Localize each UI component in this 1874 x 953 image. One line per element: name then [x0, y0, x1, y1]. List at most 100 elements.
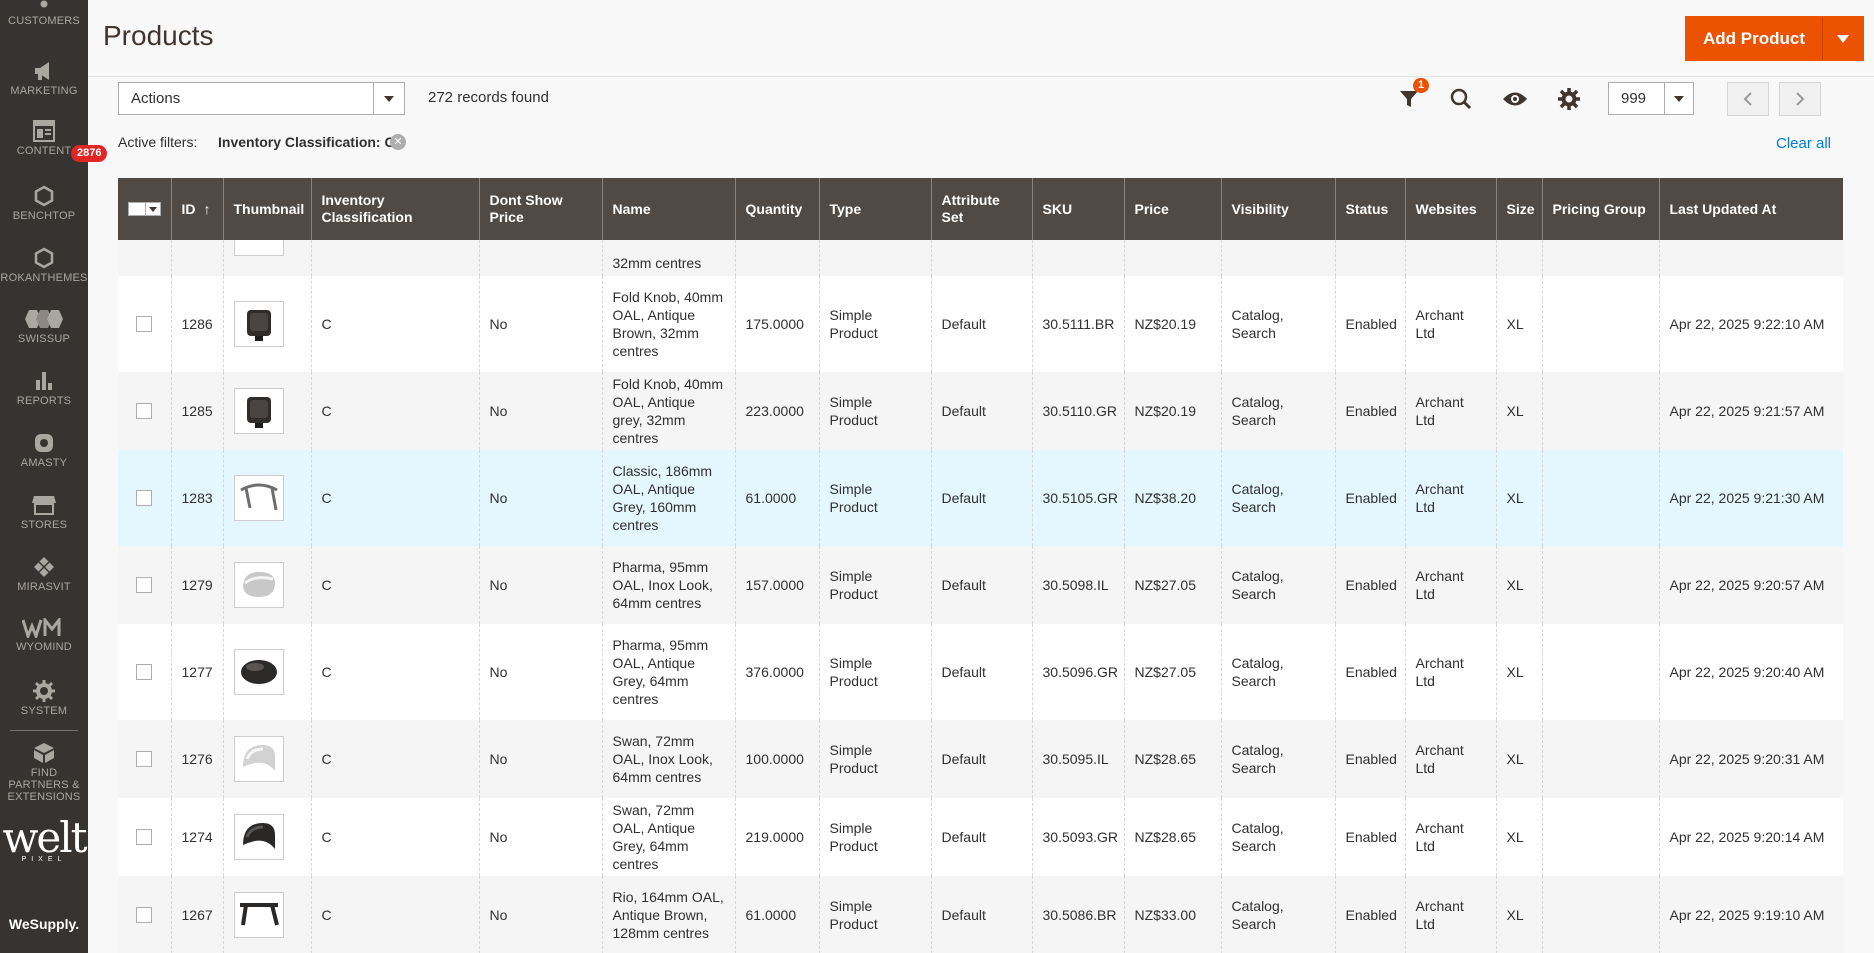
swan-dark-icon	[242, 823, 275, 849]
mass-select-dropdown[interactable]	[145, 202, 161, 216]
row-checkbox[interactable]	[136, 829, 153, 845]
add-product-dropdown-toggle[interactable]	[1822, 17, 1863, 60]
table-row[interactable]: 1286 C No Fold Knob, 40mm OAL, Antique Brow…	[118, 276, 1843, 372]
remove-filter-icon[interactable]: ✕	[390, 134, 406, 150]
actions-dropdown-arrow[interactable]	[373, 83, 404, 114]
column-header-size[interactable]: Size	[1495, 178, 1542, 240]
table-row[interactable]: 1285 C No Fold Knob, 40mm OAL, Antique grey…	[118, 372, 1843, 450]
sidebar-item-system[interactable]: SYSTEM	[0, 680, 88, 717]
sidebar-item-wyomind[interactable]: WYOMIND	[0, 618, 88, 653]
row-checkbox[interactable]	[136, 751, 153, 767]
sidebar-item-label: FIND PARTNERS & EXTENSIONS	[7, 767, 81, 803]
row-select-cell[interactable]	[118, 624, 171, 720]
row-select-cell[interactable]	[118, 372, 171, 450]
customers-icon	[40, 0, 48, 8]
column-header-price[interactable]: Price	[1123, 178, 1221, 240]
chevron-left-icon	[1743, 92, 1752, 106]
table-row[interactable]: 1277 C No Pharma, 95mm OAL, Antique Grey, 6…	[118, 624, 1843, 720]
row-checkbox[interactable]	[136, 907, 153, 923]
product-thumbnail[interactable]	[233, 814, 284, 860]
column-header-name[interactable]: Name	[601, 178, 735, 240]
table-row-partial[interactable]: 32mm centres	[118, 240, 1843, 276]
row-select-cell[interactable]	[118, 276, 171, 372]
row-select-cell[interactable]	[118, 450, 171, 546]
row-checkbox[interactable]	[136, 664, 153, 680]
row-checkbox[interactable]	[136, 316, 153, 332]
cell-visibility: Catalog, Search	[1220, 798, 1335, 876]
row-checkbox[interactable]	[136, 490, 153, 506]
product-thumbnail[interactable]	[233, 301, 284, 347]
cell-inventory-classification: C	[310, 876, 479, 953]
mass-actions-select[interactable]: Actions	[118, 82, 405, 115]
product-thumbnail[interactable]	[233, 892, 284, 938]
column-header-pricing-group[interactable]: Pricing Group	[1541, 178, 1659, 240]
columns-settings-button[interactable]	[1554, 84, 1584, 114]
select-all-checkbox[interactable]	[128, 202, 146, 216]
row-select-cell[interactable]	[118, 876, 171, 953]
view-button[interactable]	[1500, 84, 1530, 114]
table-row[interactable]: 1274 C No Swan, 72mm OAL, Antique Grey, 64m…	[118, 798, 1843, 876]
column-header-last-updated-at[interactable]: Last Updated At	[1658, 178, 1843, 240]
column-header-type[interactable]: Type	[818, 178, 931, 240]
row-select-cell[interactable]	[118, 798, 171, 876]
per-page-dropdown-arrow[interactable]	[1664, 83, 1693, 114]
cell-product-type: Simple Product	[818, 450, 931, 546]
sidebar-item-find-partners[interactable]: FIND PARTNERS & EXTENSIONS	[0, 742, 88, 803]
hexagon-icon	[34, 247, 54, 269]
mass-select-control[interactable]	[128, 202, 161, 216]
cell-last-updated-at: Apr 22, 2025 9:22:10 AM	[1658, 276, 1843, 372]
row-checkbox[interactable]	[136, 577, 153, 593]
cell-pricing-group	[1541, 876, 1659, 953]
wyomind-icon	[22, 618, 61, 638]
sidebar-item-amasty[interactable]: AMASTY	[0, 432, 88, 469]
column-header-websites[interactable]: Websites	[1404, 178, 1496, 240]
column-header-quantity[interactable]: Quantity	[734, 178, 819, 240]
add-product-button[interactable]: Add Product	[1685, 16, 1864, 61]
sidebar-item-rokanthemes[interactable]: ROKANTHEMES	[0, 247, 88, 284]
sidebar-item-swissup[interactable]: SWISSUP	[0, 308, 88, 345]
product-thumbnail[interactable]	[233, 562, 284, 608]
row-select-cell[interactable]	[118, 546, 171, 624]
column-header-id[interactable]: ID ↑	[170, 178, 223, 240]
sidebar-item-customers[interactable]: CUSTOMERS	[0, 0, 88, 27]
clear-all-filters-link[interactable]: Clear all	[1776, 135, 1831, 152]
sidebar-item-benchtop[interactable]: BENCHTOP	[0, 185, 88, 222]
add-product-label[interactable]: Add Product	[1686, 17, 1822, 60]
caret-down-icon	[148, 206, 157, 212]
prev-page-button[interactable]	[1727, 82, 1769, 116]
table-row[interactable]: 1283 C No Classic, 186mm OAL, Antique Grey,…	[118, 450, 1843, 546]
row-checkbox[interactable]	[136, 403, 153, 419]
product-thumbnail[interactable]	[233, 649, 284, 695]
select-all-header[interactable]	[118, 178, 171, 240]
sidebar-divider	[10, 730, 78, 731]
column-header-status[interactable]: Status	[1334, 178, 1405, 240]
cell-size: XL	[1495, 876, 1542, 953]
table-row[interactable]: 1276 C No Swan, 72mm OAL, Inox Look, 64mm c…	[118, 720, 1843, 798]
product-thumbnail[interactable]	[233, 736, 284, 782]
per-page-select[interactable]: 999	[1608, 82, 1694, 115]
column-header-dont-show-price[interactable]: Dont Show Price	[478, 178, 602, 240]
notification-badge[interactable]: 2876	[71, 145, 108, 162]
column-header-thumbnail[interactable]: Thumbnail	[222, 178, 311, 240]
column-header-inventory-classification[interactable]: Inventory Classification	[310, 178, 479, 240]
next-page-button[interactable]	[1779, 82, 1821, 116]
sidebar-item-mirasvit[interactable]: MIRASVIT	[0, 556, 88, 593]
product-thumbnail[interactable]	[233, 388, 284, 434]
row-select-cell[interactable]	[118, 720, 171, 798]
sidebar-item-stores[interactable]: STORES	[0, 494, 88, 531]
cell-pricing-group	[1541, 546, 1659, 624]
cell-sku: 30.5111.BR	[1031, 276, 1124, 372]
amasty-icon	[35, 434, 53, 452]
product-thumbnail[interactable]	[233, 475, 284, 521]
column-header-sku[interactable]: SKU	[1031, 178, 1124, 240]
table-row[interactable]: 1279 C No Pharma, 95mm OAL, Inox Look, 64mm…	[118, 546, 1843, 624]
search-button[interactable]	[1446, 84, 1476, 114]
cell-product-name: Pharma, 95mm OAL, Antique Grey, 64mm cen…	[601, 624, 735, 720]
table-row[interactable]: 1267 C No Rio, 164mm OAL, Antique Brown, 12…	[118, 876, 1843, 953]
column-header-attribute-set[interactable]: Attribute Set	[930, 178, 1032, 240]
cell-attribute-set: Default	[930, 276, 1032, 372]
sidebar-item-marketing[interactable]: MARKETING	[0, 60, 88, 97]
cell-status: Enabled	[1334, 450, 1405, 546]
sidebar-item-reports[interactable]: REPORTS	[0, 370, 88, 407]
column-header-visibility[interactable]: Visibility	[1220, 178, 1335, 240]
